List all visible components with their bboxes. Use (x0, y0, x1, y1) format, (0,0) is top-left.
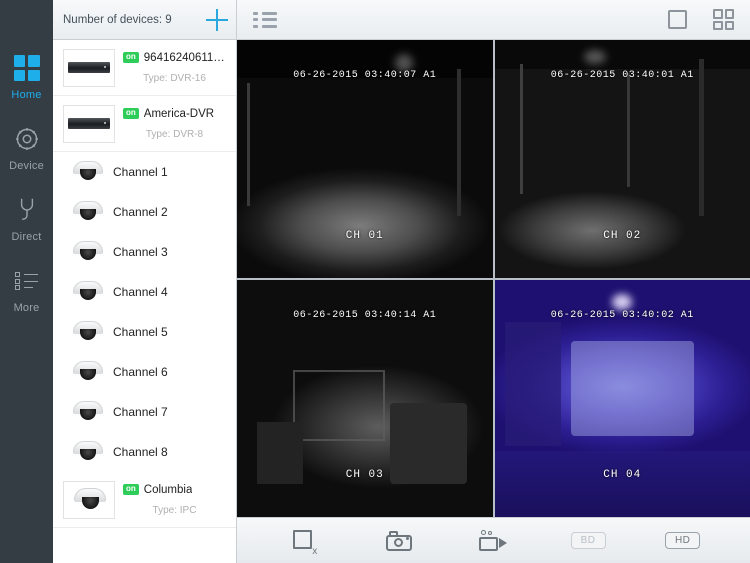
list-icon[interactable] (253, 11, 277, 28)
gear-icon (13, 123, 41, 155)
video-pane-1[interactable]: 06-26-2015 03:40:07 A1 CH 01 (237, 40, 493, 278)
video-channel-label: CH 01 (345, 229, 384, 242)
channel-name: Channel 3 (113, 245, 168, 259)
device-name: America-DVR (143, 107, 215, 120)
list-item[interactable]: on America-DVR Type: DVR-8 (53, 96, 236, 152)
video-pane-2[interactable]: 06-26-2015 03:40:01 A1 CH 02 (494, 40, 750, 278)
device-name: Columbia (143, 483, 193, 496)
channel-name: Channel 4 (113, 285, 168, 299)
add-device-button[interactable] (206, 8, 228, 31)
device-list[interactable]: on 9641624061170 Type: DVR-16 on America… (53, 40, 236, 563)
sidebar-item-device-label: Device (9, 160, 44, 172)
channel-name: Channel 7 (113, 405, 168, 419)
channel-name: Channel 1 (113, 165, 168, 179)
sidebar-item-more-label: More (13, 302, 40, 314)
video-pane-4[interactable]: 06-26-2015 03:40:02 A1 CH 04 (494, 279, 750, 517)
hd-quality-button[interactable]: HD (656, 526, 710, 556)
dome-camera-icon (73, 361, 103, 383)
dome-camera-icon (73, 161, 103, 183)
list-item[interactable]: Channel 2 (53, 192, 236, 232)
status-badge: on (123, 108, 139, 119)
video-timestamp: 06-26-2015 03:40:14 A1 (293, 309, 437, 321)
dome-camera-icon (73, 281, 103, 303)
device-type: Type: IPC (152, 504, 197, 516)
list-item[interactable]: Channel 4 (53, 272, 236, 312)
video-toolbar-bottom: x BD HD (237, 517, 750, 563)
video-timestamp: 06-26-2015 03:40:07 A1 (293, 70, 437, 81)
device-panel: Number of devices: 9 on 9641624061170 Ty… (53, 0, 237, 563)
video-toolbar-top (237, 0, 750, 40)
device-type: Type: DVR-8 (145, 128, 204, 140)
channel-name: Channel 2 (113, 205, 168, 219)
hd-quality-label: HD (664, 532, 701, 549)
status-badge: on (123, 484, 139, 495)
video-timestamp: 06-26-2015 03:40:01 A1 (550, 70, 694, 81)
dvr-icon (63, 48, 115, 87)
dome-camera-icon (73, 441, 103, 463)
single-pane-icon[interactable] (668, 10, 687, 29)
video-pane-3[interactable]: 06-26-2015 03:40:14 A1 CH 03 (237, 279, 493, 517)
status-badge: on (123, 52, 139, 63)
bd-quality-button[interactable]: BD (561, 526, 615, 556)
channel-name: Channel 5 (113, 325, 168, 339)
dome-camera-icon (73, 321, 103, 343)
sidebar-item-home[interactable]: Home (0, 52, 53, 101)
dome-camera-icon (73, 201, 103, 223)
video-channel-label: CH 03 (345, 469, 384, 481)
list-item[interactable]: on Columbia Type: IPC (53, 472, 236, 528)
close-pane-icon[interactable]: x (277, 526, 331, 557)
channel-name: Channel 8 (113, 445, 168, 459)
sidebar-item-device[interactable]: Device (0, 123, 53, 172)
device-name: 9641624061170 (143, 51, 226, 64)
quad-pane-icon[interactable] (713, 9, 734, 30)
plug-icon (14, 194, 40, 226)
camera-icon[interactable] (372, 526, 426, 556)
device-type: Type: DVR-16 (143, 72, 206, 84)
dvr-icon (63, 104, 115, 143)
sidebar-item-direct[interactable]: Direct (0, 194, 53, 243)
list-item[interactable]: Channel 6 (53, 352, 236, 392)
sidebar-item-direct-label: Direct (11, 231, 42, 243)
video-timestamp: 06-26-2015 03:40:02 A1 (550, 309, 694, 321)
list-item[interactable]: on 9641624061170 Type: DVR-16 (53, 40, 236, 96)
video-record-icon[interactable] (466, 526, 520, 556)
video-area: 06-26-2015 03:40:07 A1 CH 01 06-26-2015 … (237, 0, 750, 563)
video-grid: 06-26-2015 03:40:07 A1 CH 01 06-26-2015 … (237, 40, 750, 517)
dome-camera-icon (73, 241, 103, 263)
sidebar-nav: Home Device Direct More (0, 0, 53, 563)
sidebar-item-home-label: Home (11, 89, 42, 101)
list-item[interactable]: Channel 7 (53, 392, 236, 432)
list-item[interactable]: Channel 5 (53, 312, 236, 352)
video-channel-label: CH 04 (603, 469, 642, 481)
list-icon (14, 265, 39, 297)
device-count-label: Number of devices: 9 (63, 13, 172, 26)
bd-quality-label: BD (570, 532, 606, 549)
list-item[interactable]: Channel 1 (53, 152, 236, 192)
list-item[interactable]: Channel 8 (53, 432, 236, 472)
device-panel-header: Number of devices: 9 (53, 0, 236, 40)
dome-camera-icon (63, 480, 115, 519)
channel-name: Channel 6 (113, 365, 168, 379)
app-root: Home Device Direct More Number of device… (0, 0, 750, 563)
video-channel-label: CH 02 (603, 229, 642, 242)
sidebar-item-more[interactable]: More (0, 265, 53, 314)
list-item[interactable]: Channel 3 (53, 232, 236, 272)
grid-icon (13, 52, 40, 84)
dome-camera-icon (73, 401, 103, 423)
